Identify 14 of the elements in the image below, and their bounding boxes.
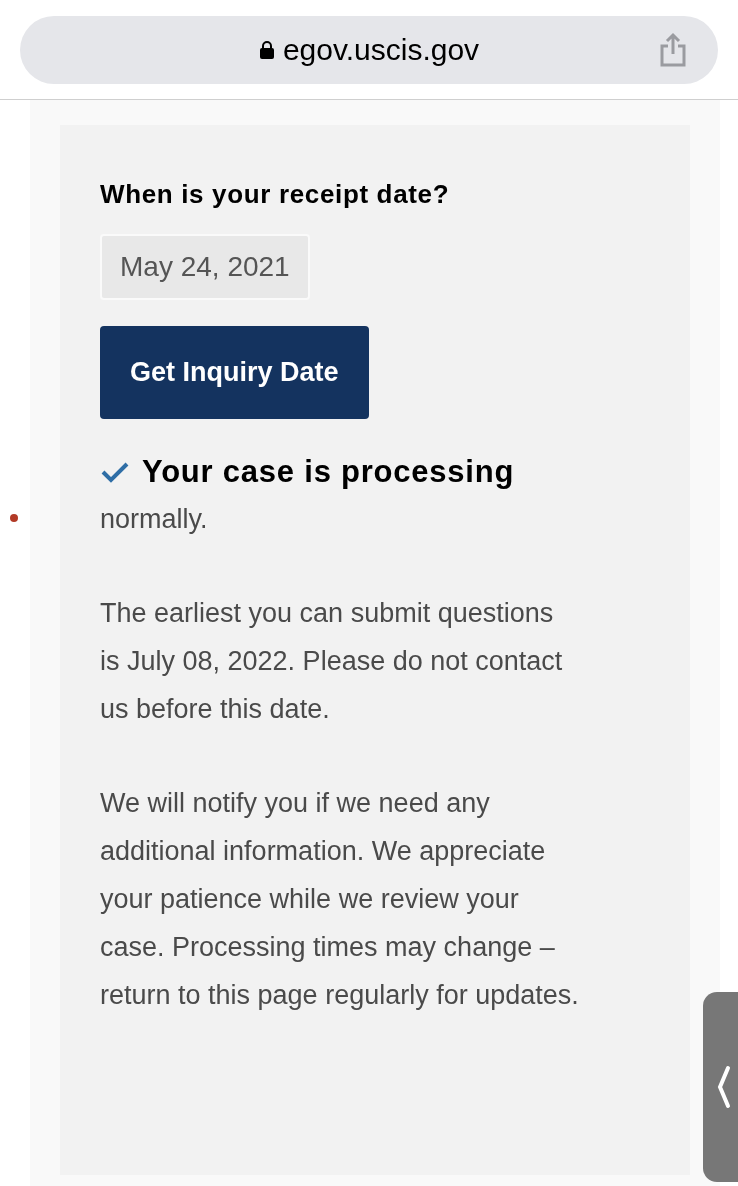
url-text: egov.uscis.gov xyxy=(282,32,480,68)
date-field[interactable]: May 24, 2021 xyxy=(100,234,310,300)
status-text: normally. xyxy=(100,503,209,536)
info-paragraph: The earliest you can submit questions is July 08, 2022. Please do not contact us before this date. xyxy=(100,597,564,726)
share-icon[interactable] xyxy=(658,31,688,68)
chevron-left-icon xyxy=(717,1065,731,1109)
status-heading: Your case is processing xyxy=(142,452,515,491)
info-paragraph: We will notify you if we need any additional information. We appreciate your patience while we review your case. Processing times may change – return to this page regularly for updates. xyxy=(100,787,580,1012)
question-label: When is your receipt date? xyxy=(100,178,451,211)
address-bar[interactable]: egov.uscis.gov xyxy=(20,15,718,84)
side-handle[interactable] xyxy=(703,992,738,1182)
lock-icon xyxy=(258,39,275,60)
check-icon xyxy=(100,460,130,483)
get-inquiry-date-button[interactable]: Get Inquiry Date xyxy=(100,326,369,419)
